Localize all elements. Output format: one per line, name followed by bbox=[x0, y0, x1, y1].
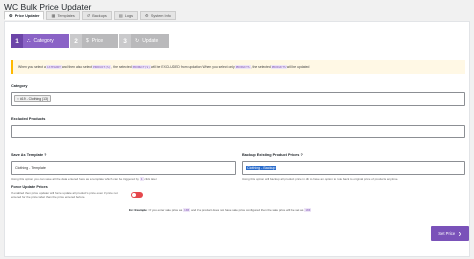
notice-code: PRODUCTS bbox=[270, 65, 287, 69]
example-value: 100 bbox=[304, 208, 312, 212]
template-name-input[interactable]: Clothing - Template bbox=[11, 161, 236, 175]
force-update-label: Force Update Prices bbox=[11, 185, 48, 189]
example-text: and if a product does not have sale pric… bbox=[190, 208, 305, 212]
help-text: Using this option you can save all the d… bbox=[11, 177, 140, 181]
notice-code: CATEGORY bbox=[45, 65, 62, 69]
step-update[interactable]: 3 ↻ Update bbox=[119, 34, 169, 48]
tab-backups[interactable]: ↺ Backups bbox=[81, 11, 112, 20]
list-icon: ▤ bbox=[118, 13, 123, 18]
tab-price-updater[interactable]: ⚙ Price Updater bbox=[4, 11, 45, 20]
toggle-knob bbox=[132, 193, 136, 197]
notice-text: will be EXCLUDED from updation When you … bbox=[151, 65, 235, 69]
notice-text: will be updated bbox=[286, 65, 310, 69]
table-icon: ▦ bbox=[51, 13, 56, 18]
excluded-products-label: Excluded Products bbox=[11, 117, 46, 121]
button-label: Set Price bbox=[438, 231, 456, 236]
force-update-toggle[interactable] bbox=[131, 192, 143, 198]
notice-text: , the selected bbox=[111, 65, 132, 69]
step-price[interactable]: 2 $ Price bbox=[70, 34, 118, 48]
chevron-right-icon: ❯ bbox=[458, 231, 462, 236]
category-icon: ⛬ bbox=[27, 38, 31, 44]
chip-label: #19 - Clothing (13) bbox=[19, 96, 49, 101]
notice-code: PRODUCT(S) bbox=[92, 65, 112, 69]
notice-text: , the selected bbox=[250, 65, 271, 69]
step-label: Category bbox=[33, 38, 54, 44]
wizard-steps: 1 ⛬ Category 2 $ Price 3 ↻ Update bbox=[11, 34, 169, 48]
step-label: Price bbox=[91, 38, 104, 44]
step-number: 1 bbox=[11, 34, 23, 48]
settings-icon: ⚙ bbox=[145, 13, 149, 18]
example-prefix: Ex: Example : bbox=[129, 208, 150, 212]
category-select[interactable]: × #19 - Clothing (13) bbox=[11, 92, 465, 106]
notice-code: PRODUCTS bbox=[234, 65, 251, 69]
step-number: 3 bbox=[119, 34, 131, 48]
tab-label: System Info bbox=[150, 13, 171, 18]
info-notice: When you select a CATEGORY and then also… bbox=[11, 60, 465, 74]
category-label: Category bbox=[11, 84, 28, 88]
tab-logs[interactable]: ▤ Logs bbox=[113, 11, 139, 20]
notice-text: and then also select bbox=[61, 65, 93, 69]
backup-name-input[interactable]: Clothing - Backup bbox=[242, 161, 465, 175]
remove-chip-icon[interactable]: × bbox=[17, 97, 19, 101]
backup-help: Using this option will backup all produc… bbox=[242, 177, 399, 181]
backup-label: Backup Existing Product Prices ? bbox=[242, 153, 303, 157]
price-icon: $ bbox=[86, 38, 89, 44]
notice-code: PRODUCT(S) bbox=[131, 65, 151, 69]
tab-system-info[interactable]: ⚙ System Info bbox=[140, 11, 176, 20]
update-icon: ↻ bbox=[135, 38, 140, 44]
backup-name-field: Clothing - Backup bbox=[246, 166, 277, 170]
force-update-help: If enabled then price updater will force… bbox=[11, 191, 118, 200]
tab-label: Backups bbox=[92, 13, 107, 18]
main-panel: 1 ⛬ Category 2 $ Price 3 ↻ Update When y… bbox=[4, 21, 470, 257]
step-label: Update bbox=[142, 38, 159, 44]
save-template-label: Save As Template ? bbox=[11, 153, 47, 157]
tab-label: Templates bbox=[57, 13, 75, 18]
backup-name-value: Clothing - Backup bbox=[246, 166, 277, 170]
category-chip[interactable]: × #19 - Clothing (13) bbox=[14, 95, 52, 102]
example-note: Ex: Example : If you enter sale price as… bbox=[129, 208, 312, 212]
step-number: 2 bbox=[70, 34, 82, 48]
template-name-value: Clothing - Template bbox=[15, 166, 46, 170]
excluded-products-select[interactable] bbox=[11, 125, 465, 138]
example-text: If you enter sale price as bbox=[149, 208, 184, 212]
tab-templates[interactable]: ▦ Templates bbox=[46, 11, 80, 20]
save-template-help: Using this option you can save all the d… bbox=[11, 177, 236, 181]
tab-label: Logs bbox=[124, 13, 134, 18]
gear-icon: ⚙ bbox=[9, 13, 13, 18]
notice-text: When you select a bbox=[18, 65, 46, 69]
help-text: click later bbox=[143, 177, 157, 181]
set-price-button[interactable]: Set Price ❯ bbox=[431, 226, 469, 241]
tab-label: Price Updater bbox=[14, 13, 40, 18]
nav-tabs: ⚙ Price Updater ▦ Templates ↺ Backups ▤ … bbox=[4, 11, 176, 20]
step-category[interactable]: 1 ⛬ Category bbox=[11, 34, 69, 48]
history-icon: ↺ bbox=[86, 13, 91, 18]
